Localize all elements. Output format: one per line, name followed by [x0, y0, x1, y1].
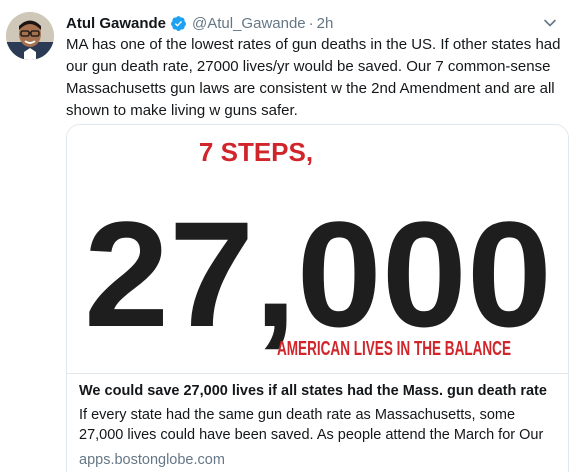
author-handle[interactable]: @Atul_Gawande	[192, 15, 306, 32]
card-image[interactable]: 7 STEPS, 27,000 AMERICAN LIVES IN THE BA…	[67, 125, 568, 373]
verified-badge-icon	[170, 15, 187, 32]
chevron-down-icon[interactable]	[543, 16, 557, 30]
link-card[interactable]: 7 STEPS, 27,000 AMERICAN LIVES IN THE BA…	[66, 124, 569, 472]
card-domain[interactable]: apps.bostonglobe.com	[79, 451, 558, 470]
card-title[interactable]: We could save 27,000 lives if all states…	[79, 382, 558, 401]
card-image-bottom-text: AMERICAN LIVES IN THE BALANCE	[277, 338, 511, 360]
avatar[interactable]	[6, 12, 54, 60]
tweet-header: Atul Gawande @Atul_Gawande · 2h	[66, 13, 333, 33]
card-image-big-number: 27,000	[84, 190, 552, 358]
tweet[interactable]: Atul Gawande @Atul_Gawande · 2h MA has o…	[0, 0, 569, 472]
tweet-timestamp[interactable]: 2h	[317, 15, 334, 32]
card-image-top-text: 7 STEPS,	[199, 137, 313, 167]
tweet-text: MA has one of the lowest rates of gun de…	[66, 36, 561, 119]
card-description: If every state had the same gun death ra…	[79, 407, 544, 443]
separator-dot: ·	[308, 14, 314, 32]
author-name[interactable]: Atul Gawande	[66, 15, 166, 32]
avatar-image	[6, 12, 54, 60]
card-body[interactable]: We could save 27,000 lives if all states…	[67, 373, 568, 472]
